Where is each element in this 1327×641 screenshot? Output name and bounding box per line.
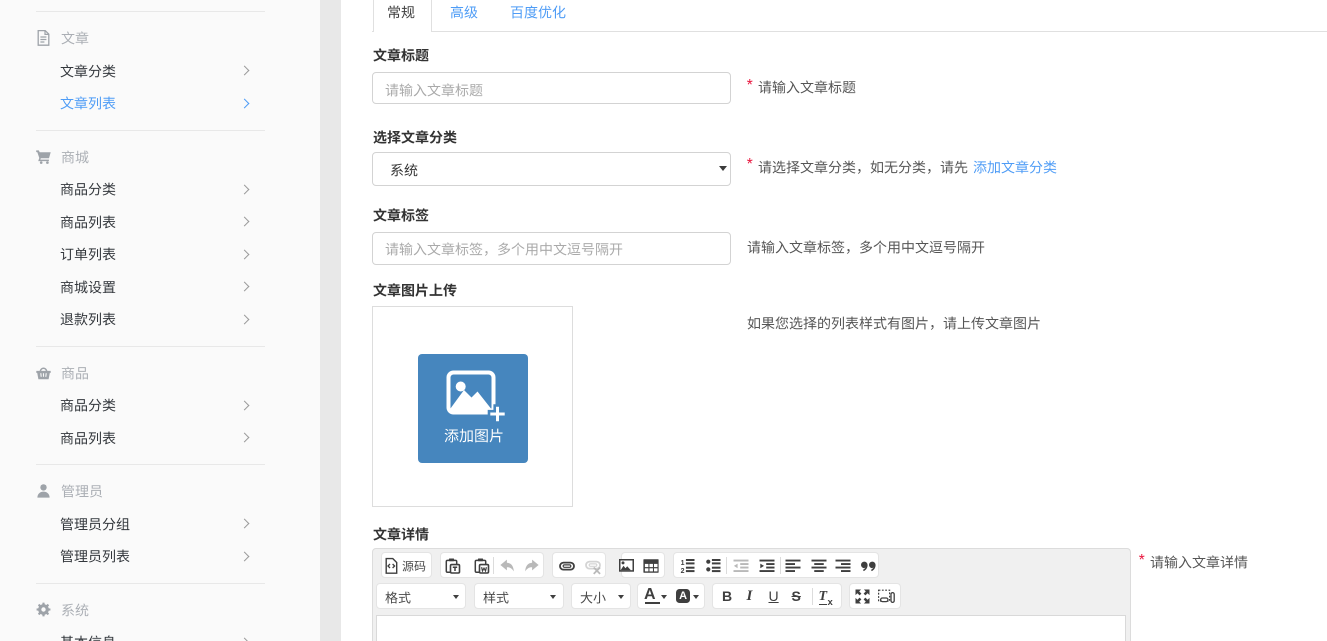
svg-text:1: 1 — [681, 560, 685, 567]
svg-text:2: 2 — [681, 568, 685, 575]
